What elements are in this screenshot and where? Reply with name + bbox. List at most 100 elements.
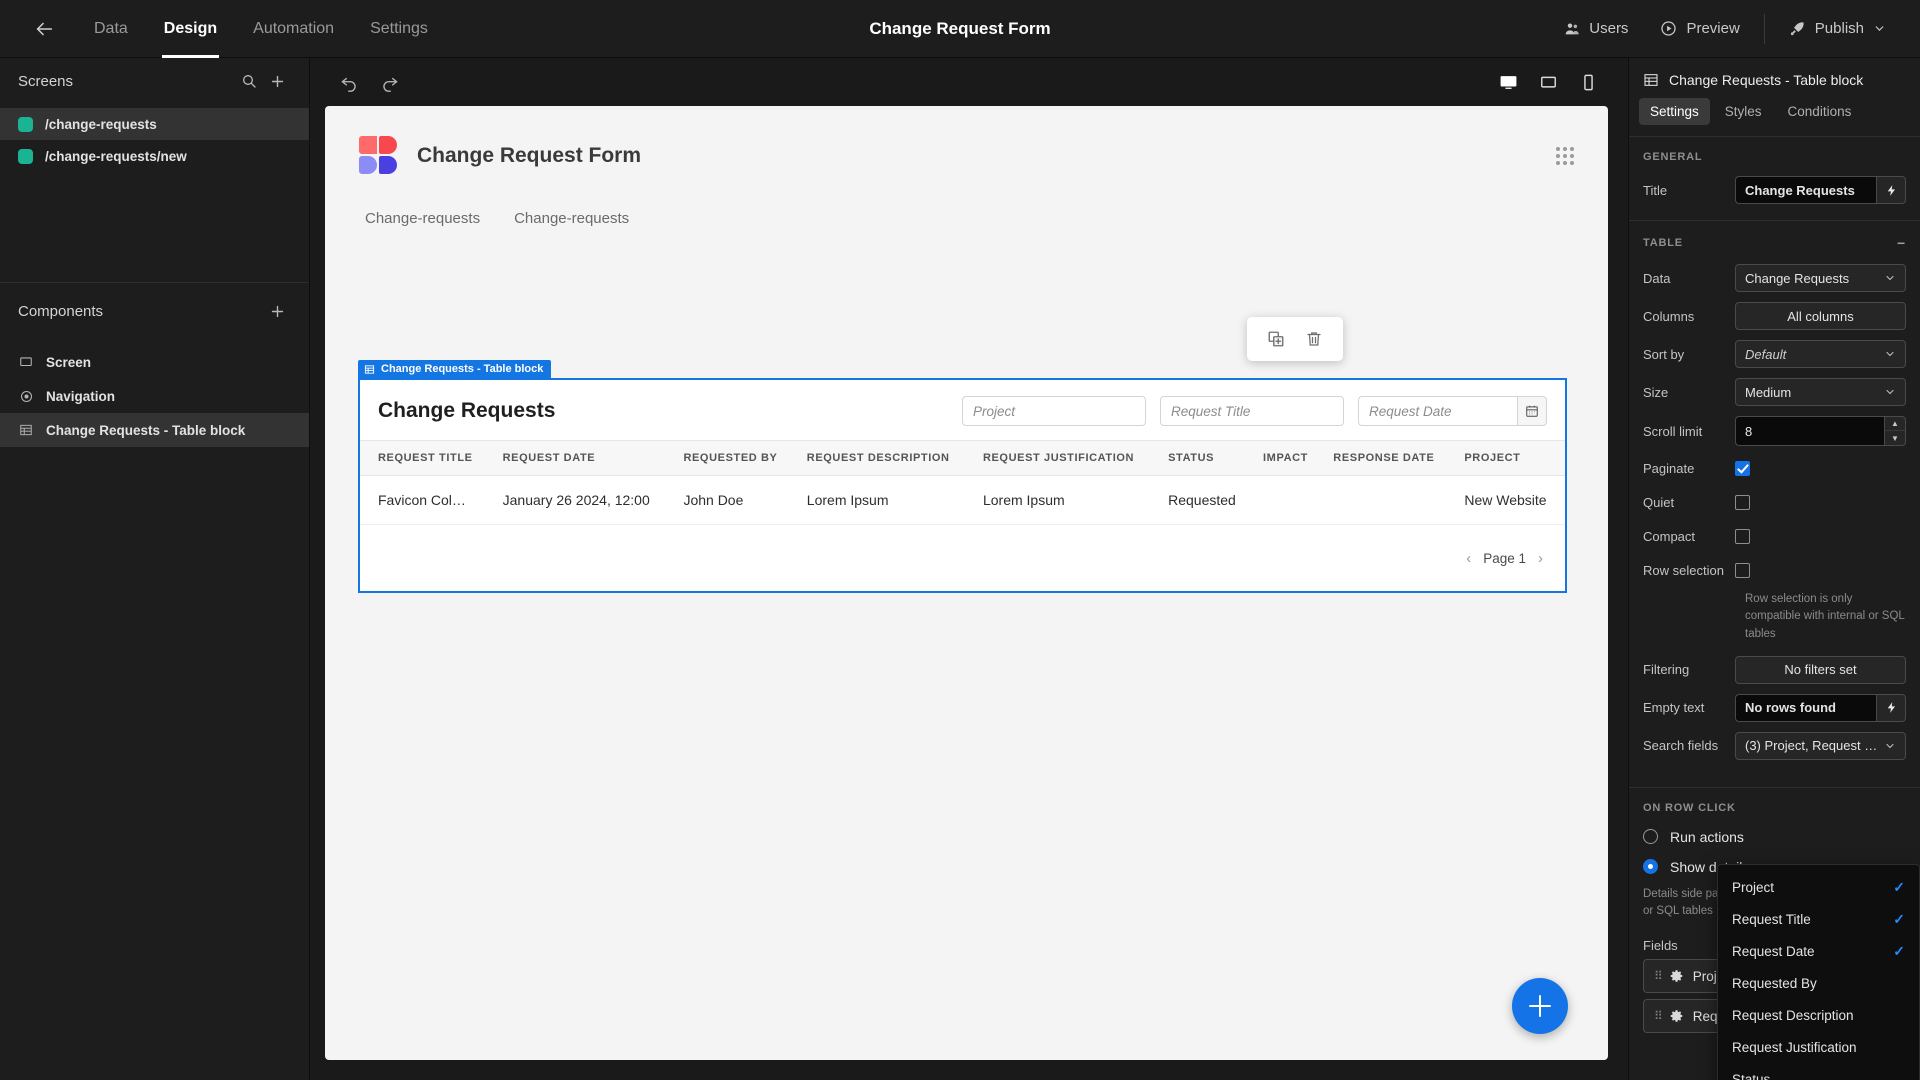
- nav-tab-design[interactable]: Design: [146, 0, 235, 58]
- setting-row-paginate: Paginate: [1629, 451, 1920, 485]
- setting-row-filtering: Filtering No filters set: [1629, 651, 1920, 689]
- preview-nav-link-2[interactable]: Change-requests: [514, 210, 629, 227]
- delete-icon[interactable]: [1301, 326, 1327, 352]
- column-header[interactable]: IMPACT: [1253, 440, 1324, 476]
- paginate-label: Paginate: [1643, 460, 1695, 476]
- radio-button-off[interactable]: [1643, 829, 1658, 845]
- next-page-icon[interactable]: ›: [1538, 550, 1543, 567]
- quiet-checkbox[interactable]: [1735, 494, 1750, 510]
- dropdown-item-request-justification[interactable]: Request Justification: [1718, 1031, 1919, 1063]
- column-header[interactable]: STATUS: [1158, 440, 1254, 476]
- users-button[interactable]: Users: [1548, 0, 1644, 58]
- search-icon[interactable]: [235, 67, 263, 95]
- calendar-icon[interactable]: [1517, 396, 1547, 426]
- duplicate-icon[interactable]: [1263, 326, 1289, 352]
- gear-icon[interactable]: [1670, 969, 1684, 983]
- stepper-down-icon[interactable]: ▼: [1885, 431, 1905, 445]
- tab-settings[interactable]: Settings: [1639, 98, 1710, 125]
- search-fields-select[interactable]: (3) Project, Request …: [1735, 731, 1906, 760]
- binding-bolt-icon[interactable]: [1876, 176, 1906, 204]
- column-header[interactable]: REQUEST TITLE: [360, 440, 493, 476]
- search-input-request-date-group: Request Date: [1358, 396, 1547, 426]
- drag-handle-icon[interactable]: ⠿: [1654, 1009, 1663, 1023]
- stepper-up-icon[interactable]: ▲: [1885, 417, 1905, 431]
- paginate-checkbox[interactable]: [1735, 460, 1750, 476]
- tab-conditions[interactable]: Conditions: [1777, 98, 1863, 125]
- filtering-button[interactable]: No filters set: [1735, 655, 1906, 684]
- mobile-icon[interactable]: [1570, 66, 1606, 98]
- radio-run-actions[interactable]: Run actions: [1629, 822, 1920, 852]
- dropdown-item-request-date[interactable]: Request Date ✓: [1718, 935, 1919, 967]
- tab-styles[interactable]: Styles: [1714, 98, 1773, 125]
- column-header[interactable]: REQUEST DATE: [492, 440, 674, 476]
- screen-item-change-requests[interactable]: /change-requests: [0, 108, 309, 140]
- quantity-stepper[interactable]: ▲ ▼: [1884, 416, 1906, 446]
- table-header: Change Requests Project Request Title Re…: [360, 380, 1565, 440]
- column-header[interactable]: REQUEST JUSTIFICATION: [972, 440, 1159, 476]
- device-switcher: [1490, 66, 1606, 98]
- table-pagination: ‹ Page 1 ›: [360, 525, 1565, 591]
- search-input-project[interactable]: Project: [962, 396, 1146, 426]
- add-component-icon[interactable]: [263, 297, 291, 325]
- empty-text-label: Empty text: [1643, 700, 1705, 716]
- app-menu-grid-icon[interactable]: [1556, 147, 1574, 165]
- app-root: Data Design Automation Settings Change R…: [0, 0, 1920, 1080]
- binding-bolt-icon[interactable]: [1876, 693, 1906, 722]
- search-input-request-date[interactable]: Request Date: [1358, 396, 1517, 426]
- dropdown-item-requested-by[interactable]: Requested By: [1718, 967, 1919, 999]
- users-label: Users: [1589, 20, 1629, 37]
- data-select[interactable]: Change Requests: [1735, 264, 1906, 292]
- columns-button[interactable]: All columns: [1735, 302, 1906, 330]
- component-label: Navigation: [46, 388, 116, 404]
- gear-icon[interactable]: [1670, 1009, 1684, 1023]
- sort-by-select[interactable]: Default: [1735, 340, 1906, 368]
- scroll-limit-input[interactable]: 8: [1735, 416, 1884, 446]
- preview-button[interactable]: Preview: [1644, 0, 1755, 58]
- setting-row-quiet: Quiet: [1629, 485, 1920, 519]
- quiet-label: Quiet: [1643, 494, 1675, 510]
- dropdown-item-request-description[interactable]: Request Description: [1718, 999, 1919, 1031]
- column-header[interactable]: RESPONSE DATE: [1323, 440, 1455, 476]
- nav-tab-data[interactable]: Data: [76, 0, 146, 58]
- back-button[interactable]: [22, 7, 66, 51]
- chevron-down-icon: [1884, 740, 1896, 752]
- add-screen-icon[interactable]: [263, 67, 291, 95]
- undo-icon[interactable]: [332, 65, 366, 99]
- prev-page-icon[interactable]: ‹: [1466, 550, 1471, 567]
- title-label: Title: [1643, 182, 1668, 198]
- tablet-icon[interactable]: [1530, 66, 1566, 98]
- column-header[interactable]: REQUESTED BY: [673, 440, 797, 476]
- sort-by-value: Default: [1745, 346, 1787, 362]
- nav-tab-automation[interactable]: Automation: [235, 0, 352, 58]
- add-row-fab-button[interactable]: [1512, 978, 1568, 1034]
- size-select[interactable]: Medium: [1735, 378, 1906, 406]
- search-input-request-title[interactable]: Request Title: [1160, 396, 1344, 426]
- empty-text-input[interactable]: No rows found: [1735, 693, 1876, 722]
- main-nav: Data Design Automation Settings: [76, 0, 446, 58]
- components-list: Screen Navigation Change Requests - Tabl…: [0, 339, 309, 447]
- component-item-navigation[interactable]: Navigation: [0, 379, 309, 413]
- component-item-table-block[interactable]: Change Requests - Table block: [0, 413, 309, 447]
- screen-item-change-requests-new[interactable]: /change-requests/new: [0, 140, 309, 172]
- column-header[interactable]: REQUEST DESCRIPTION: [796, 440, 973, 476]
- dropdown-item-project[interactable]: Project ✓: [1718, 871, 1919, 903]
- collapse-icon[interactable]: −: [1897, 235, 1906, 251]
- dropdown-item-label: Project: [1732, 879, 1775, 895]
- redo-icon[interactable]: [372, 65, 406, 99]
- component-item-screen[interactable]: Screen: [0, 345, 309, 379]
- desktop-icon[interactable]: [1490, 66, 1526, 98]
- publish-button[interactable]: Publish: [1773, 0, 1902, 58]
- row-selection-checkbox[interactable]: [1735, 562, 1750, 578]
- dropdown-item-label: Request Justification: [1732, 1039, 1857, 1055]
- table-row[interactable]: Favicon Col… January 26 2024, 12:00 John…: [360, 475, 1565, 525]
- drag-handle-icon[interactable]: ⠿: [1654, 969, 1663, 983]
- topbar-actions: Users Preview Publish: [1548, 0, 1920, 58]
- nav-tab-settings[interactable]: Settings: [352, 0, 446, 58]
- radio-button-on[interactable]: [1643, 859, 1658, 875]
- dropdown-item-status[interactable]: Status: [1718, 1063, 1919, 1080]
- compact-checkbox[interactable]: [1735, 528, 1750, 544]
- column-header[interactable]: PROJECT: [1454, 440, 1565, 476]
- dropdown-item-request-title[interactable]: Request Title ✓: [1718, 903, 1919, 935]
- title-input[interactable]: Change Requests: [1735, 176, 1876, 204]
- preview-nav-link-1[interactable]: Change-requests: [365, 210, 480, 227]
